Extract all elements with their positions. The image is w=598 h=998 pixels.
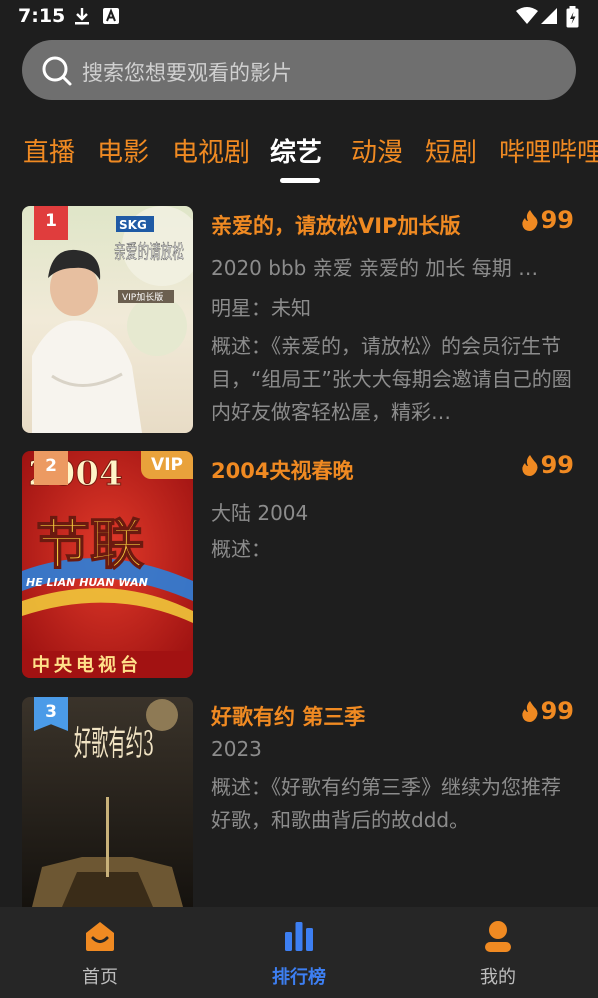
item-description: 概述：《亲爱的，请放松》的会员衍生节目，“组局王”张大大每期会邀请自己的圈内好友…	[211, 334, 572, 424]
vip-badge: VIP	[141, 451, 193, 479]
flame-icon	[521, 210, 538, 231]
tab-live[interactable]: 直播	[23, 132, 75, 169]
nav-label: 首页	[82, 967, 118, 988]
battery-icon	[566, 6, 579, 28]
svg-text:HE LIAN HUAN WAN: HE LIAN HUAN WAN	[26, 576, 148, 589]
tab-movies[interactable]: 电影	[97, 132, 149, 169]
tab-variety[interactable]: 综艺	[270, 132, 322, 169]
home-icon	[86, 922, 114, 951]
nav-label: 我的	[480, 967, 516, 988]
poster-art: 好歌有约3	[22, 697, 193, 907]
poster-image[interactable]: SKG 亲爱的请放松 VIP加长版 1	[22, 206, 193, 433]
ranking-item-3[interactable]: 好歌有约3 3 好歌有约 第三季 99 2023 概述：《好歌有约第三季》继续为…	[0, 697, 598, 907]
heat-value: 99	[540, 206, 574, 234]
item-tags: 2020 bbb 亲爱 亲爱的 加长 每期 …	[211, 256, 539, 280]
search-icon	[42, 56, 72, 86]
nav-label: 排行榜	[272, 967, 326, 988]
heat-score: 99	[521, 206, 574, 234]
ranking-item-2[interactable]: 2004 节联 HE LIAN HUAN WAN 中央电视台 2 VIP 200…	[0, 451, 598, 679]
svg-text:中央电视台: 中央电视台	[32, 654, 142, 676]
svg-text:VIP加长版: VIP加长版	[122, 291, 163, 303]
svg-text:亲爱的请放松: 亲爱的请放松	[114, 241, 184, 263]
flame-icon	[521, 455, 538, 476]
heat-value: 99	[540, 697, 574, 725]
item-description: 概述：《好歌有约第三季》继续为您推荐好歌，和歌曲背后的故ddd。	[211, 775, 561, 832]
tab-bilibili[interactable]: 哔哩哔哩	[499, 132, 598, 169]
flame-icon	[521, 701, 538, 722]
bottom-navigation: 首页 排行榜 我的	[0, 907, 598, 998]
category-tabs: 直播 电影 电视剧 综艺 动漫 短剧 哔哩哔哩	[0, 128, 598, 188]
tab-short-drama[interactable]: 短剧	[425, 132, 477, 169]
wifi-icon	[516, 7, 538, 24]
active-tab-indicator	[280, 178, 320, 183]
app-notification-icon	[103, 8, 119, 24]
svg-text:节联: 节联	[36, 513, 144, 576]
item-title[interactable]: 好歌有约 第三季	[211, 701, 365, 731]
profile-icon	[485, 921, 511, 952]
ranking-item-1[interactable]: SKG 亲爱的请放松 VIP加长版 1 亲爱的，请放松VIP加长版 99 202…	[0, 206, 598, 434]
nav-ranking[interactable]: 排行榜	[239, 907, 359, 998]
poster-image[interactable]: 2004 节联 HE LIAN HUAN WAN 中央电视台 2 VIP	[22, 451, 193, 678]
rank-badge: 2	[34, 451, 68, 485]
tab-anime[interactable]: 动漫	[351, 132, 403, 169]
nav-profile[interactable]: 我的	[438, 907, 558, 998]
item-tags: 大陆 2004	[211, 501, 309, 525]
status-bar: 7:15	[0, 0, 598, 34]
download-icon	[75, 8, 89, 25]
item-description: 概述：	[211, 537, 271, 561]
poster-art: SKG 亲爱的请放松 VIP加长版	[22, 206, 193, 433]
search-bar[interactable]: 搜索您想要观看的影片	[22, 40, 576, 100]
svg-text:好歌有约3: 好歌有约3	[74, 724, 154, 764]
svg-text:SKG: SKG	[119, 218, 147, 232]
signal-icon	[541, 8, 557, 24]
item-stars: 明星：未知	[211, 296, 311, 320]
status-time: 7:15	[18, 5, 66, 27]
nav-home[interactable]: 首页	[40, 907, 160, 998]
heat-value: 99	[540, 451, 574, 479]
search-placeholder: 搜索您想要观看的影片	[82, 61, 292, 85]
tab-tv-series[interactable]: 电视剧	[172, 132, 250, 169]
poster-image[interactable]: 好歌有约3 3	[22, 697, 193, 907]
item-tags: 2023	[211, 737, 262, 761]
poster-art: 2004 节联 HE LIAN HUAN WAN 中央电视台	[22, 451, 193, 678]
rank-badge: 1	[34, 206, 68, 240]
heat-score: 99	[521, 451, 574, 479]
bar-chart-icon	[285, 922, 313, 951]
heat-score: 99	[521, 697, 574, 725]
item-title[interactable]: 亲爱的，请放松VIP加长版	[211, 210, 460, 240]
item-title[interactable]: 2004央视春晚	[211, 455, 353, 485]
